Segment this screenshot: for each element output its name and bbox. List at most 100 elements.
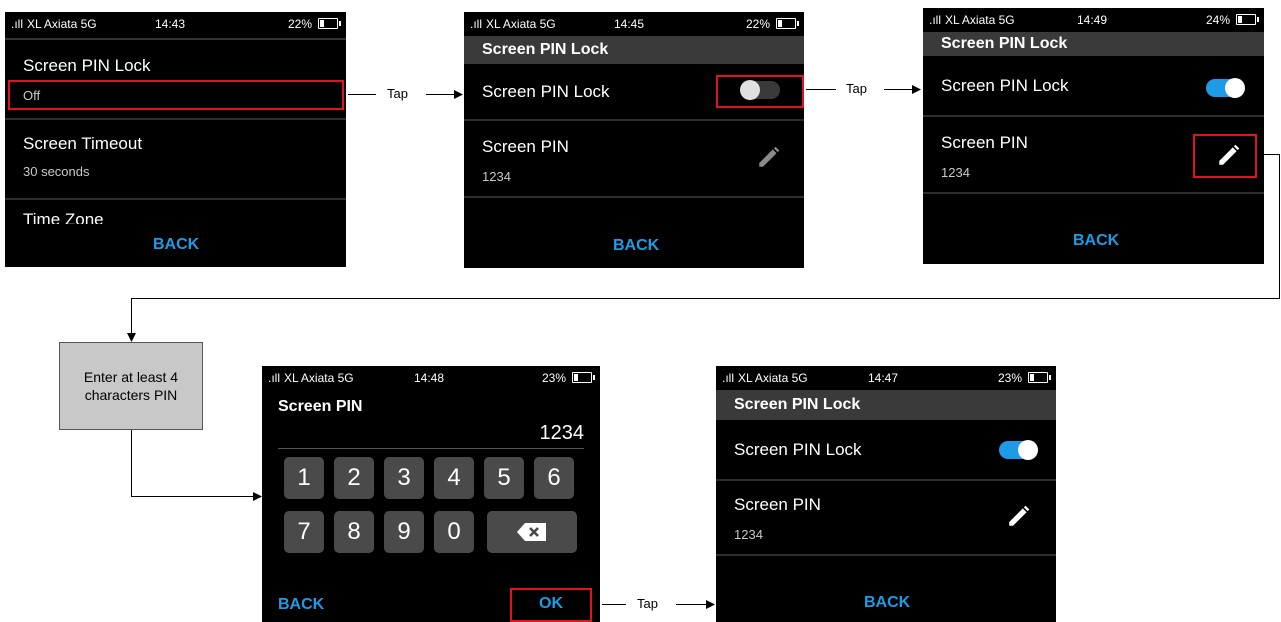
pin-label: Screen PIN (482, 137, 569, 156)
setting-value: 30 seconds (23, 164, 90, 179)
battery-percent: 22% (287, 17, 312, 31)
key-3[interactable]: 3 (384, 457, 424, 499)
status-bar: .ıll XL Axiata 5G 14:45 22% (464, 12, 804, 36)
signal-icon: .ıll (470, 17, 482, 31)
signal-icon: .ıll (11, 17, 23, 31)
key-1[interactable]: 1 (284, 457, 324, 499)
pin-label: Screen PIN (941, 133, 1028, 152)
screen-pin-lock-on: .ıll XL Axiata 5G 14:49 24% Screen PIN L… (923, 8, 1264, 264)
battery-percent: 23% (997, 371, 1022, 385)
toggle-label: Screen PIN Lock (941, 76, 1069, 95)
highlight-box (8, 80, 344, 110)
toggle-label: Screen PIN Lock (734, 440, 862, 459)
back-button[interactable]: BACK (864, 594, 910, 612)
flow-line (131, 430, 132, 496)
signal-icon: .ıll (722, 371, 734, 385)
battery-percent: 22% (745, 17, 770, 31)
back-button[interactable]: BACK (1073, 232, 1119, 250)
clock: 14:49 (1077, 13, 1108, 27)
signal-icon: .ıll (268, 371, 280, 385)
carrier-label: XL Axiata 5G (27, 17, 97, 31)
instruction-note: Enter at least 4 characters PIN (59, 342, 203, 430)
carrier-label: XL Axiata 5G (486, 17, 556, 31)
flow-line (348, 94, 376, 95)
flow-line (676, 604, 708, 605)
entry-underline (278, 448, 584, 449)
pin-row[interactable]: Screen PIN 1234 (716, 481, 1056, 555)
clock: 14:45 (614, 17, 645, 31)
flow-line (131, 298, 1280, 299)
tap-label: Tap (846, 81, 867, 96)
status-bar: .ıll XL Axiata 5G 14:49 24% (923, 8, 1264, 32)
key-9[interactable]: 9 (384, 511, 424, 553)
flow-line (806, 89, 836, 90)
battery-icon (1028, 372, 1051, 383)
pin-value: 1234 (734, 527, 763, 542)
edit-pencil-icon[interactable] (1006, 503, 1032, 529)
back-button[interactable]: BACK (613, 237, 659, 255)
setting-screen-timeout[interactable]: Screen Timeout 30 seconds (5, 120, 346, 200)
key-4[interactable]: 4 (434, 457, 474, 499)
key-2[interactable]: 2 (334, 457, 374, 499)
key-7[interactable]: 7 (284, 511, 324, 553)
clock: 14:43 (155, 17, 186, 31)
backspace-key[interactable] (487, 511, 577, 553)
clock: 14:48 (414, 371, 445, 385)
battery-icon (1236, 14, 1259, 25)
flow-line (426, 94, 456, 95)
pin-value: 1234 (941, 165, 970, 180)
key-5[interactable]: 5 (484, 457, 524, 499)
arrow-down-icon (127, 333, 136, 342)
screen-pin-entry: .ıll XL Axiata 5G 14:48 23% Screen PIN 1… (262, 366, 600, 622)
flow-line (131, 496, 255, 497)
highlight-box (510, 588, 592, 622)
pin-row[interactable]: Screen PIN 1234 (464, 121, 804, 197)
pin-value: 1234 (482, 169, 511, 184)
key-8[interactable]: 8 (334, 511, 374, 553)
flow-line (884, 89, 914, 90)
page-title: Screen PIN (278, 398, 363, 415)
pin-lock-toggle[interactable] (999, 440, 1038, 460)
pin-lock-toggle[interactable] (1206, 78, 1245, 98)
highlight-box (1193, 134, 1257, 178)
divider (464, 196, 804, 198)
signal-icon: .ıll (929, 13, 941, 27)
arrow-right-icon (454, 90, 463, 99)
pin-entry-field[interactable]: 1234 (540, 422, 585, 445)
screen-pin-lock-off: .ıll XL Axiata 5G 14:45 22% Screen PIN L… (464, 12, 804, 268)
arrow-right-icon (706, 600, 715, 609)
screen-settings-list: .ıll XL Axiata 5G 14:43 22% Screen PIN L… (5, 12, 346, 267)
flow-line (1279, 154, 1280, 299)
status-bar: .ıll XL Axiata 5G 14:48 23% (262, 366, 600, 390)
flow-line (131, 298, 132, 334)
setting-title: Screen PIN Lock (23, 56, 151, 75)
page-title: Screen PIN Lock (923, 32, 1264, 56)
clock: 14:47 (868, 371, 899, 385)
key-0[interactable]: 0 (434, 511, 474, 553)
pin-label: Screen PIN (734, 495, 821, 514)
key-6[interactable]: 6 (534, 457, 574, 499)
flow-line (602, 604, 626, 605)
divider (923, 192, 1264, 194)
battery-icon (572, 372, 595, 383)
battery-percent: 24% (1205, 13, 1230, 27)
back-button[interactable]: BACK (153, 236, 199, 254)
back-button[interactable]: BACK (278, 596, 324, 614)
status-bar: .ıll XL Axiata 5G 14:47 23% (716, 366, 1056, 390)
backspace-icon (517, 523, 546, 541)
battery-percent: 23% (541, 371, 566, 385)
carrier-label: XL Axiata 5G (945, 13, 1015, 27)
carrier-label: XL Axiata 5G (738, 371, 808, 385)
setting-title: Screen Timeout (23, 134, 143, 153)
tap-label: Tap (387, 86, 408, 101)
edit-pencil-icon[interactable] (756, 144, 782, 170)
battery-icon (776, 18, 799, 29)
screen-pin-lock-result: .ıll XL Axiata 5G 14:47 23% Screen PIN L… (716, 366, 1056, 622)
flow-line (1258, 154, 1280, 155)
battery-icon (318, 18, 341, 29)
arrow-right-icon (912, 85, 921, 94)
carrier-label: XL Axiata 5G (284, 371, 354, 385)
tap-label: Tap (637, 596, 658, 611)
status-bar: .ıll XL Axiata 5G 14:43 22% (5, 12, 346, 36)
page-title: Screen PIN Lock (464, 36, 804, 64)
